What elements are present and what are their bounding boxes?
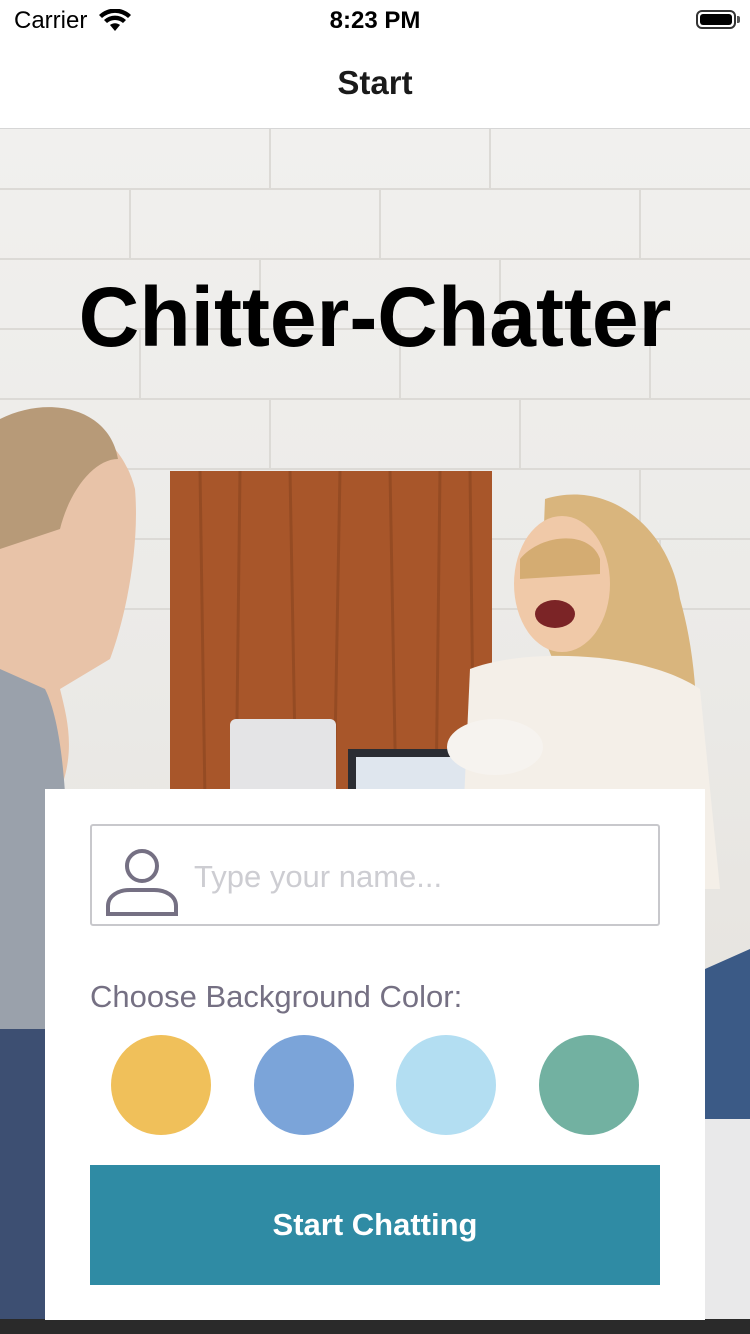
- name-input-container[interactable]: [90, 824, 660, 926]
- person-icon: [106, 849, 178, 916]
- start-form-card: Choose Background Color: Start Chatting: [45, 789, 705, 1320]
- clock: 8:23 PM: [329, 7, 421, 34]
- nav-title: Start: [337, 64, 413, 101]
- choose-color-label: Choose Background Color:: [90, 979, 463, 1014]
- color-swatch-blue[interactable]: [254, 1035, 354, 1135]
- color-swatch-yellow[interactable]: [111, 1035, 211, 1135]
- navigation-bar: Start: [0, 40, 750, 129]
- app-title: Chitter-Chatter: [78, 270, 672, 364]
- battery-icon: [696, 10, 740, 29]
- status-bar: Carrier 8:23 PM: [0, 0, 750, 40]
- start-chatting-button[interactable]: Start Chatting: [90, 1165, 660, 1285]
- color-swatch-green[interactable]: [539, 1035, 639, 1135]
- name-input[interactable]: [192, 844, 646, 910]
- color-swatch-light-blue[interactable]: [396, 1035, 496, 1135]
